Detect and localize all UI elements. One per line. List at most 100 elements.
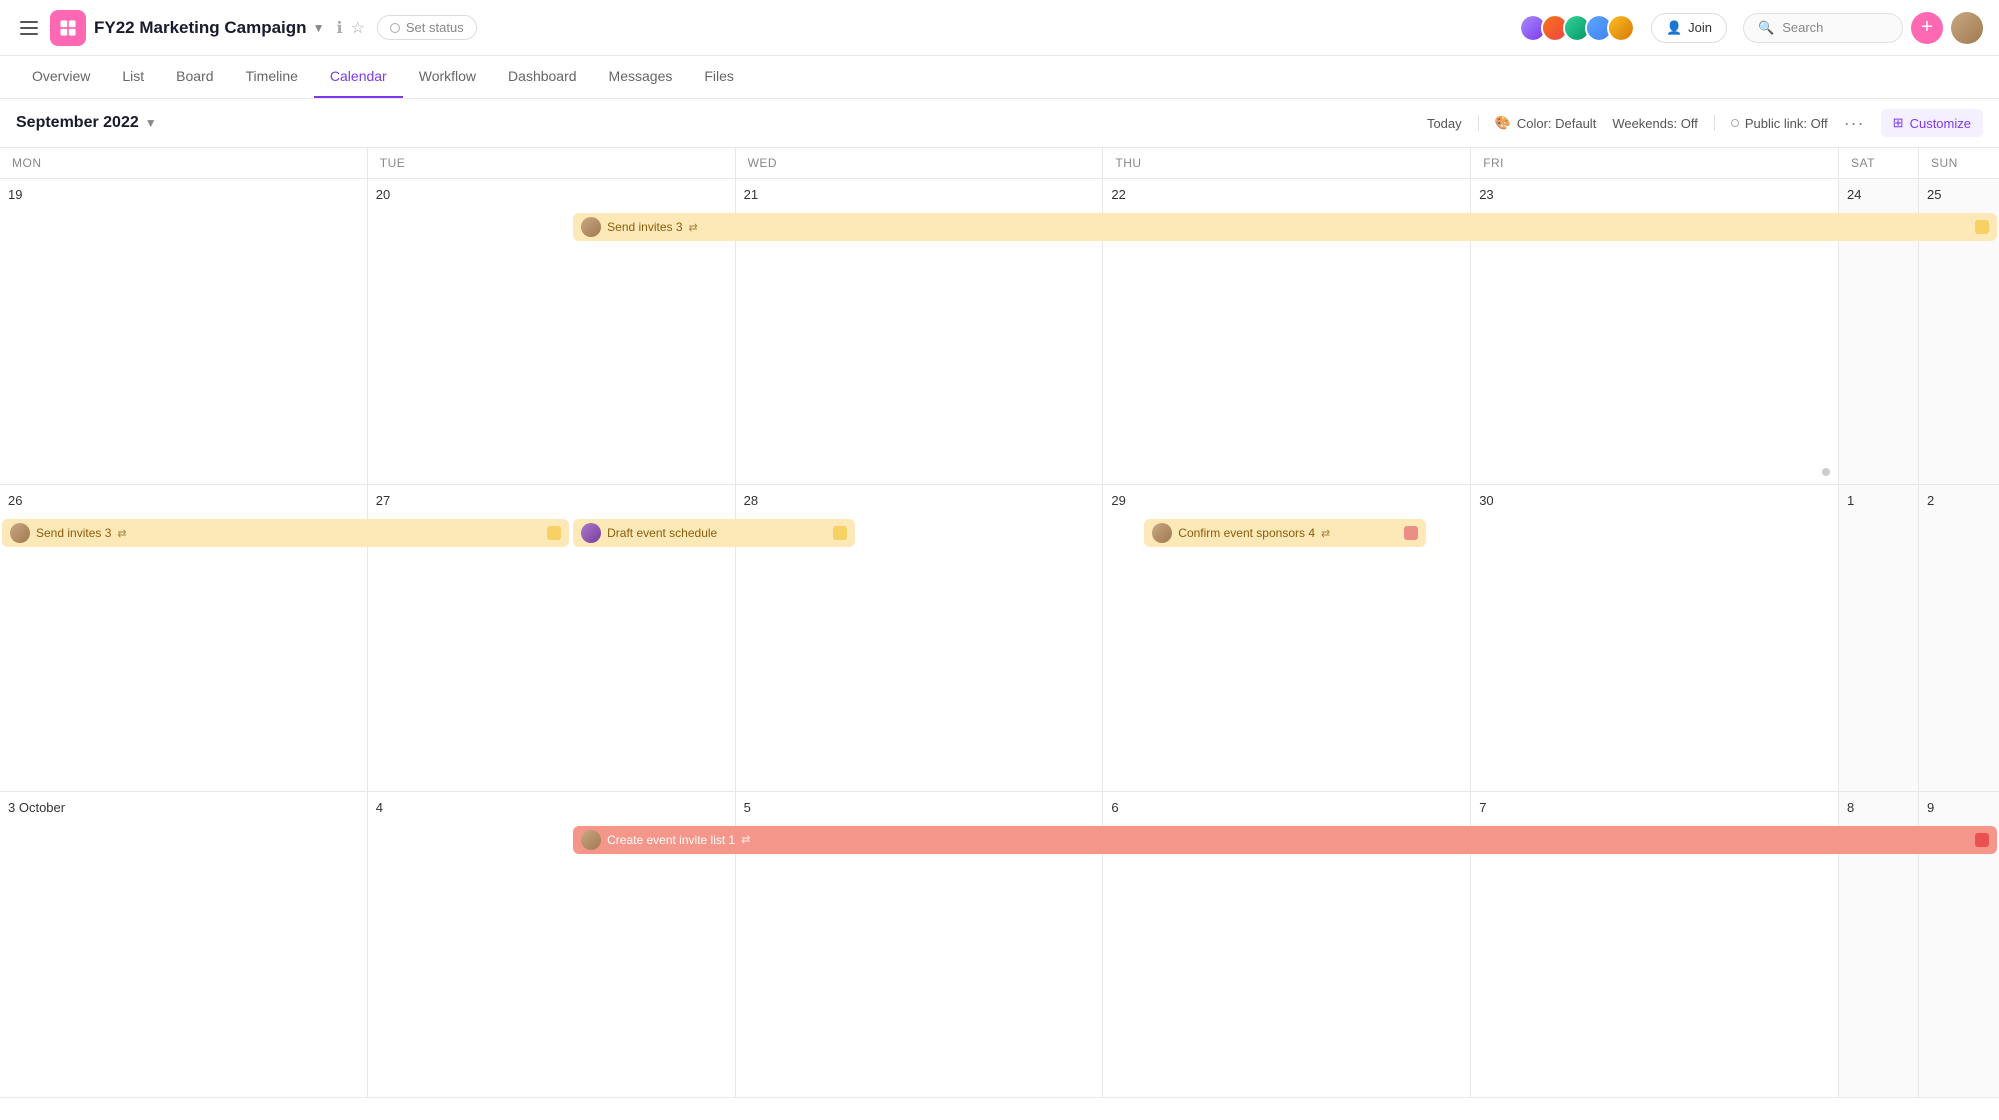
public-link-label: Public link: Off [1745,116,1828,131]
week-row-1: 19 20 21 22 23 24 25 [0,179,1999,485]
date-2: 2 [1927,493,1991,508]
today-button[interactable]: Today [1427,116,1462,131]
star-icon[interactable]: ☆ [351,18,365,38]
week-row-2: 26 27 28 29 30 1 2 [0,485,1999,791]
tab-timeline[interactable]: Timeline [230,56,314,98]
avatar-5[interactable] [1607,14,1635,42]
date-28: 28 [744,493,1095,508]
header-sat: Sat [1839,148,1919,178]
event-send-invites-label: Send invites 3 [607,220,682,234]
tab-messages[interactable]: Messages [593,56,689,98]
event-avatar-1 [581,217,601,237]
calendar-container: Mon Tue Wed Thu Fri Sat Sun 19 20 21 22 [0,148,1999,1098]
set-status-label: Set status [406,20,464,35]
date-26: 26 [8,493,359,508]
event-send-invites-3-week1[interactable]: Send invites 3 ⇄ [573,213,1997,241]
date-21: 21 [744,187,1095,202]
color-button[interactable]: 🎨 Color: Default [1495,115,1597,131]
customize-icon: ⊞ [1893,115,1904,131]
event-draft-schedule[interactable]: Draft event schedule [573,519,855,547]
tab-board[interactable]: Board [160,56,229,98]
nav-tabs: Overview List Board Timeline Calendar Wo… [0,56,1999,99]
join-button[interactable]: 👤 Join [1651,13,1727,43]
add-button[interactable]: + [1911,12,1943,44]
public-link-button[interactable]: Public link: Off [1731,116,1828,131]
event-create-invite-list[interactable]: Create event invite list 1 ⇄ [573,826,1997,854]
project-title-text: FY22 Marketing Campaign [94,18,307,38]
event-create-invite-label: Create event invite list 1 [607,833,735,847]
date-oct9: 9 [1927,800,1991,815]
calendar-day-headers: Mon Tue Wed Thu Fri Sat Sun [0,148,1999,179]
today-label: Today [1427,116,1462,131]
date-19: 19 [8,187,359,202]
set-status-button[interactable]: Set status [377,15,477,40]
header-mon: Mon [0,148,368,178]
info-icon[interactable]: ℹ [336,18,342,38]
date-29: 29 [1111,493,1462,508]
search-placeholder: Search [1782,20,1823,35]
toolbar-divider-2 [1714,115,1715,131]
team-avatars [1519,14,1635,42]
date-oct5: 5 [744,800,1095,815]
date-23: 23 [1479,187,1830,202]
cell-oct2[interactable]: 2 [1919,485,1999,790]
span-event-create-invite: Create event invite list 1 ⇄ [571,826,1999,854]
customize-button[interactable]: ⊞ Customize [1881,109,1983,137]
month-caret-icon: ▼ [145,116,157,130]
cell-oct1[interactable]: 1 [1839,485,1919,790]
tab-files[interactable]: Files [688,56,750,98]
header-wed: Wed [736,148,1104,178]
user-avatar[interactable] [1951,12,1983,44]
top-bar-icons: ℹ ☆ [336,18,364,38]
cell-sep19[interactable]: 19 [0,179,368,484]
project-title[interactable]: FY22 Marketing Campaign ▼ [94,18,324,38]
tab-calendar[interactable]: Calendar [314,56,403,98]
event-send-invites-label-2: Send invites 3 [36,526,111,540]
date-oct7: 7 [1479,800,1830,815]
month-selector[interactable]: September 2022 ▼ [16,114,157,132]
cell-sep30[interactable]: 30 [1471,485,1839,790]
dot-indicator [1822,468,1830,476]
event-confirm-sponsors[interactable]: Confirm event sponsors 4 ⇄ [1144,519,1426,547]
date-oct8: 8 [1847,800,1910,815]
date-30: 30 [1479,493,1830,508]
span-event-send-invites-week1: Send invites 3 ⇄ [571,213,1999,241]
date-20: 20 [376,187,727,202]
hamburger-menu[interactable] [16,17,42,39]
app-logo [50,10,86,46]
status-circle-icon [390,23,400,33]
event-checkbox [1975,220,1989,234]
date-27: 27 [376,493,727,508]
tab-overview[interactable]: Overview [16,56,106,98]
date-oct6: 6 [1111,800,1462,815]
event-checkbox-2 [547,526,561,540]
month-label: September 2022 [16,114,139,132]
circle-icon [1731,119,1739,127]
event-subtask-icon: ⇄ [689,221,698,234]
header-fri: Fri [1471,148,1839,178]
event-checkbox-3 [833,526,847,540]
event-send-invites-3-week2[interactable]: Send invites 3 ⇄ [2,519,569,547]
color-label: Color: Default [1517,116,1596,131]
weekends-button[interactable]: Weekends: Off [1612,116,1698,131]
tab-workflow[interactable]: Workflow [403,56,492,98]
week-row-3: 3 October 4 5 6 7 8 9 [0,792,1999,1098]
event-subtask-icon-4: ⇄ [741,833,750,846]
calendar-toolbar: September 2022 ▼ Today 🎨 Color: Default … [0,99,1999,148]
calendar-body: 19 20 21 22 23 24 25 [0,179,1999,1098]
tab-dashboard[interactable]: Dashboard [492,56,593,98]
more-options-button[interactable]: ··· [1844,113,1865,134]
weekends-label: Weekends: Off [1612,116,1698,131]
event-subtask-icon-3: ⇄ [1321,527,1330,540]
header-thu: Thu [1103,148,1471,178]
date-25: 25 [1927,187,1991,202]
join-label: Join [1688,20,1712,35]
tab-list[interactable]: List [106,56,160,98]
project-title-caret: ▼ [313,21,325,35]
join-icon: 👤 [1666,20,1682,36]
search-bar[interactable]: 🔍 Search [1743,13,1903,43]
header-tue: Tue [368,148,736,178]
cell-oct3[interactable]: 3 October [0,792,368,1097]
event-avatar-2 [10,523,30,543]
event-avatar-5 [581,830,601,850]
